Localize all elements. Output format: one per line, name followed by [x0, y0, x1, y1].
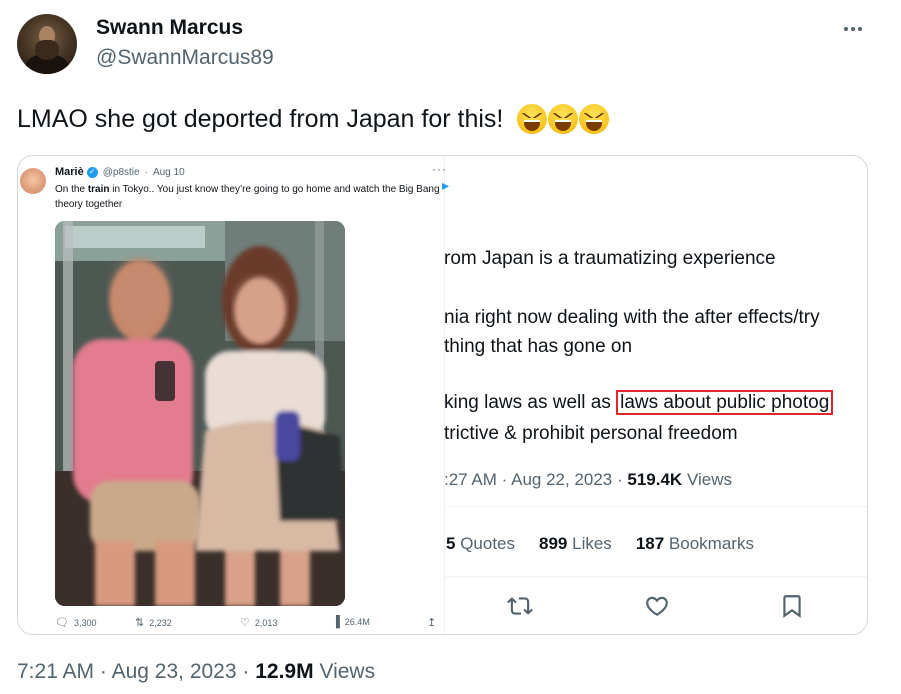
right-separator-top	[444, 506, 867, 507]
author-name[interactable]: Swann Marcus	[96, 16, 243, 40]
more-options-button[interactable]	[838, 14, 868, 44]
train-photo-illustration	[55, 221, 345, 606]
attached-image[interactable]: Mariè ✓ @p8stie · Aug 10 ··· On the tra…	[17, 155, 868, 635]
embedded-text-start: On the	[55, 184, 88, 195]
right-quotes-label: Quotes	[460, 534, 516, 553]
embedded-reply-count: 3,300	[73, 617, 97, 628]
embedded-retweet: ⇅ 2,232	[135, 616, 172, 629]
right-stats-row: 5 Quotes 899 Likes 187 Bookmarks	[446, 534, 754, 554]
right-view-count: 519.4K	[627, 470, 683, 489]
heart-icon	[646, 596, 668, 616]
embedded-like-count: 2,013	[254, 617, 278, 628]
retweet-icon	[507, 597, 533, 615]
right-date: Aug 22, 2023	[511, 470, 613, 489]
retweet-icon: ⇅	[135, 617, 145, 629]
highlighted-phrase: laws about public photog	[616, 390, 834, 415]
embedded-text-end: in Tokyo.. You just know they’re going t…	[55, 184, 440, 210]
tweet-timestamp[interactable]: 7:21 AM · Aug 23, 2023 · 12.9M Views	[17, 660, 375, 684]
laughing-emoji-icon	[517, 104, 548, 134]
separator: ·	[242, 660, 250, 683]
tweet-date: Aug 23, 2023	[111, 660, 237, 683]
verified-badge-icon: ✓	[86, 166, 98, 178]
right-bookmarks-label: Bookmarks	[668, 534, 754, 553]
embedded-avatar	[20, 168, 46, 194]
right-likes-label: Likes	[572, 534, 612, 553]
bookmark-icon	[783, 595, 801, 618]
right-bookmarks-count: 187	[635, 534, 665, 553]
embedded-handle: @p8stie	[102, 166, 140, 178]
author-avatar[interactable]	[17, 14, 77, 74]
right-text-line-4-start: king laws as well as	[444, 392, 611, 413]
more-dots-icon	[844, 27, 848, 31]
laughing-emoji-icon	[548, 104, 579, 134]
right-time: :27 AM	[444, 470, 497, 489]
embedded-text-bold: train	[87, 184, 110, 195]
embedded-retweet-count: 2,232	[149, 617, 172, 628]
embedded-reply: 🗨 3,300	[55, 616, 97, 629]
author-handle[interactable]: @SwannMarcus89	[96, 46, 274, 70]
reply-icon: 🗨	[55, 617, 69, 629]
tweet-views-label: Views	[319, 660, 376, 683]
tweet-text-row: LMAO she got deported from Japan for thi…	[17, 104, 610, 134]
right-separator-bottom	[444, 576, 867, 577]
embedded-action-bar: 🗨 3,300 ⇅ 2,232 ♡ 2,013 ▐ 26.4M ↥	[55, 616, 440, 632]
right-views-label: Views	[686, 470, 732, 489]
tweet-text: LMAO she got deported from Japan for thi…	[17, 104, 504, 133]
right-likes-count: 899	[539, 534, 568, 553]
embedded-share: ↥	[427, 616, 436, 629]
share-icon: ↥	[427, 617, 437, 629]
right-text-line-3: thing that has gone on	[444, 336, 633, 357]
right-text-line-5: trictive & prohibit personal freedom	[444, 423, 738, 444]
embedded-author-name: Mariè	[55, 166, 84, 178]
right-timestamp: :27 AM · Aug 22, 2023 · 519.4K Views	[444, 470, 732, 489]
embedded-views: ▐ 26.4M	[332, 616, 370, 628]
tweet-time: 7:21 AM	[17, 660, 95, 683]
right-text-line-4: king laws as well as laws about public p…	[444, 390, 834, 415]
embedded-header: Mariè ✓ @p8stie · Aug 10	[55, 166, 185, 178]
embedded-view-count: 26.4M	[344, 617, 370, 627]
tweet-view-count: 12.9M	[255, 660, 314, 683]
emoji-group	[517, 104, 610, 134]
heart-icon: ♡	[240, 617, 250, 629]
embedded-like: ♡ 2,013	[240, 616, 277, 629]
right-text-line-1: rom Japan is a traumatizing experience	[444, 248, 776, 269]
right-bookmarks: 187 Bookmarks	[636, 534, 754, 554]
thread-arrow-icon: ▸	[442, 177, 450, 193]
laughing-emoji-icon	[579, 104, 610, 134]
embedded-separator: ·	[144, 166, 148, 178]
right-text-line-2: nia right now dealing with the after eff…	[444, 307, 820, 328]
right-quotes: 5 Quotes	[446, 534, 515, 554]
embedded-date: Aug 10	[152, 166, 185, 178]
right-quotes-count: 5	[446, 534, 456, 553]
separator: ·	[99, 660, 107, 683]
embedded-more-icon: ···	[432, 162, 447, 176]
embedded-photo	[55, 221, 345, 606]
right-likes: 899 Likes	[539, 534, 612, 554]
views-chart-icon: ▐	[332, 616, 340, 628]
embedded-tweet-text: On the train in Tokyo.. You just know th…	[55, 182, 440, 212]
